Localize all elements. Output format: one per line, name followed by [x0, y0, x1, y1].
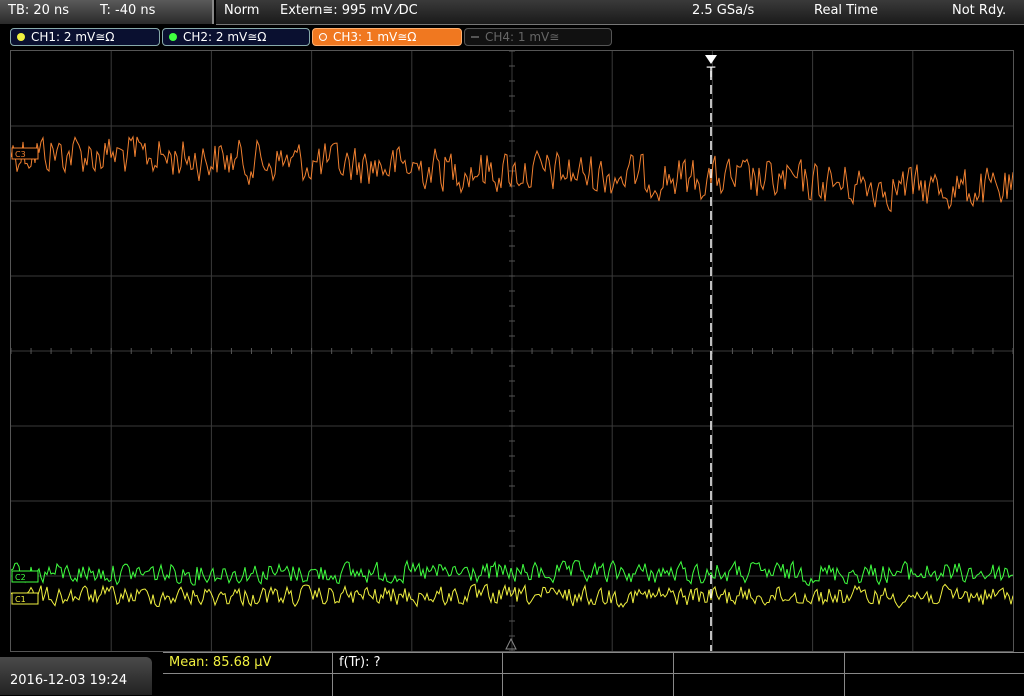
measurement-mean-cell[interactable]: Mean: 85.68 µV	[163, 653, 333, 674]
ch2-label: CH2: 2 mV≅Ω	[183, 30, 267, 44]
ch3-offset-marker[interactable]: C3	[11, 147, 39, 160]
waveform-display[interactable]: T C3 C2 C1	[10, 50, 1014, 652]
ch3-ref-label: C3	[15, 150, 26, 159]
measurement-empty-cell[interactable]	[674, 653, 845, 674]
acquisition-mode[interactable]: Real Time	[814, 3, 878, 18]
trigger-time-label: T: -40 ns	[100, 3, 156, 18]
ch2-ref-label: C2	[15, 573, 26, 582]
measurement-freq-cell[interactable]: f(Tr): ?	[333, 653, 503, 674]
ch1-offset-marker[interactable]: C1	[11, 592, 39, 605]
measurement-empty-cell[interactable]	[845, 674, 1024, 696]
ch1-label: CH1: 2 mV≅Ω	[31, 30, 115, 44]
channel-tab-ch1[interactable]: CH1: 2 mV≅Ω	[10, 28, 160, 46]
ch1-indicator-icon	[17, 33, 25, 41]
channel-tab-ch4[interactable]: CH4: 1 mV≅	[464, 28, 612, 46]
waveform-svg: T C3 C2 C1	[11, 51, 1013, 651]
ch2-indicator-icon	[169, 33, 177, 41]
ch4-indicator-icon	[471, 36, 479, 38]
grid	[11, 51, 1013, 651]
measurement-empty-cell[interactable]	[163, 674, 333, 696]
measurement-panel[interactable]: Mean: 85.68 µV f(Tr): ?	[163, 652, 1024, 696]
measurement-mean: Mean: 85.68 µV	[169, 655, 272, 670]
measurement-empty-cell[interactable]	[503, 674, 674, 696]
acquisition-status-strip[interactable]: Norm Extern≅: 995 mV ⁄DC 2.5 GSa/s Real …	[216, 0, 1024, 25]
trigger-source[interactable]: Extern≅: 995 mV ⁄DC	[280, 3, 418, 18]
trigger-marker-label: T	[706, 65, 716, 81]
datetime-box: 2016-12-03 19:24	[0, 657, 152, 695]
trigger-mode[interactable]: Norm	[224, 3, 259, 18]
ready-state: Not Rdy.	[952, 3, 1007, 18]
measurement-empty-cell[interactable]	[845, 653, 1024, 674]
ch3-indicator-icon	[319, 33, 327, 41]
channel-tab-ch3[interactable]: CH3: 1 mV≅Ω	[312, 28, 462, 46]
measurement-empty-cell[interactable]	[333, 674, 503, 696]
channel-tab-ch2[interactable]: CH2: 2 mV≅Ω	[162, 28, 310, 46]
datetime-label: 2016-12-03 19:24	[10, 673, 128, 688]
time-reference-icon	[505, 637, 517, 650]
top-status-bar: TB: 20 ns T: -40 ns Norm Extern≅: 995 mV…	[0, 0, 1024, 25]
timebase-box[interactable]: TB: 20 ns T: -40 ns	[0, 0, 214, 24]
trigger-arrow-icon[interactable]	[705, 55, 717, 64]
measurement-empty-cell[interactable]	[674, 674, 845, 696]
ch4-label: CH4: 1 mV≅	[485, 30, 560, 44]
timebase-label: TB: 20 ns	[8, 3, 70, 18]
ch3-label: CH3: 1 mV≅Ω	[333, 30, 417, 44]
ch1-ref-label: C1	[15, 595, 26, 604]
sample-rate: 2.5 GSa/s	[692, 3, 755, 18]
ch2-offset-marker[interactable]: C2	[11, 570, 39, 583]
measurement-empty-cell[interactable]	[503, 653, 674, 674]
measurement-freq: f(Tr): ?	[339, 655, 381, 670]
